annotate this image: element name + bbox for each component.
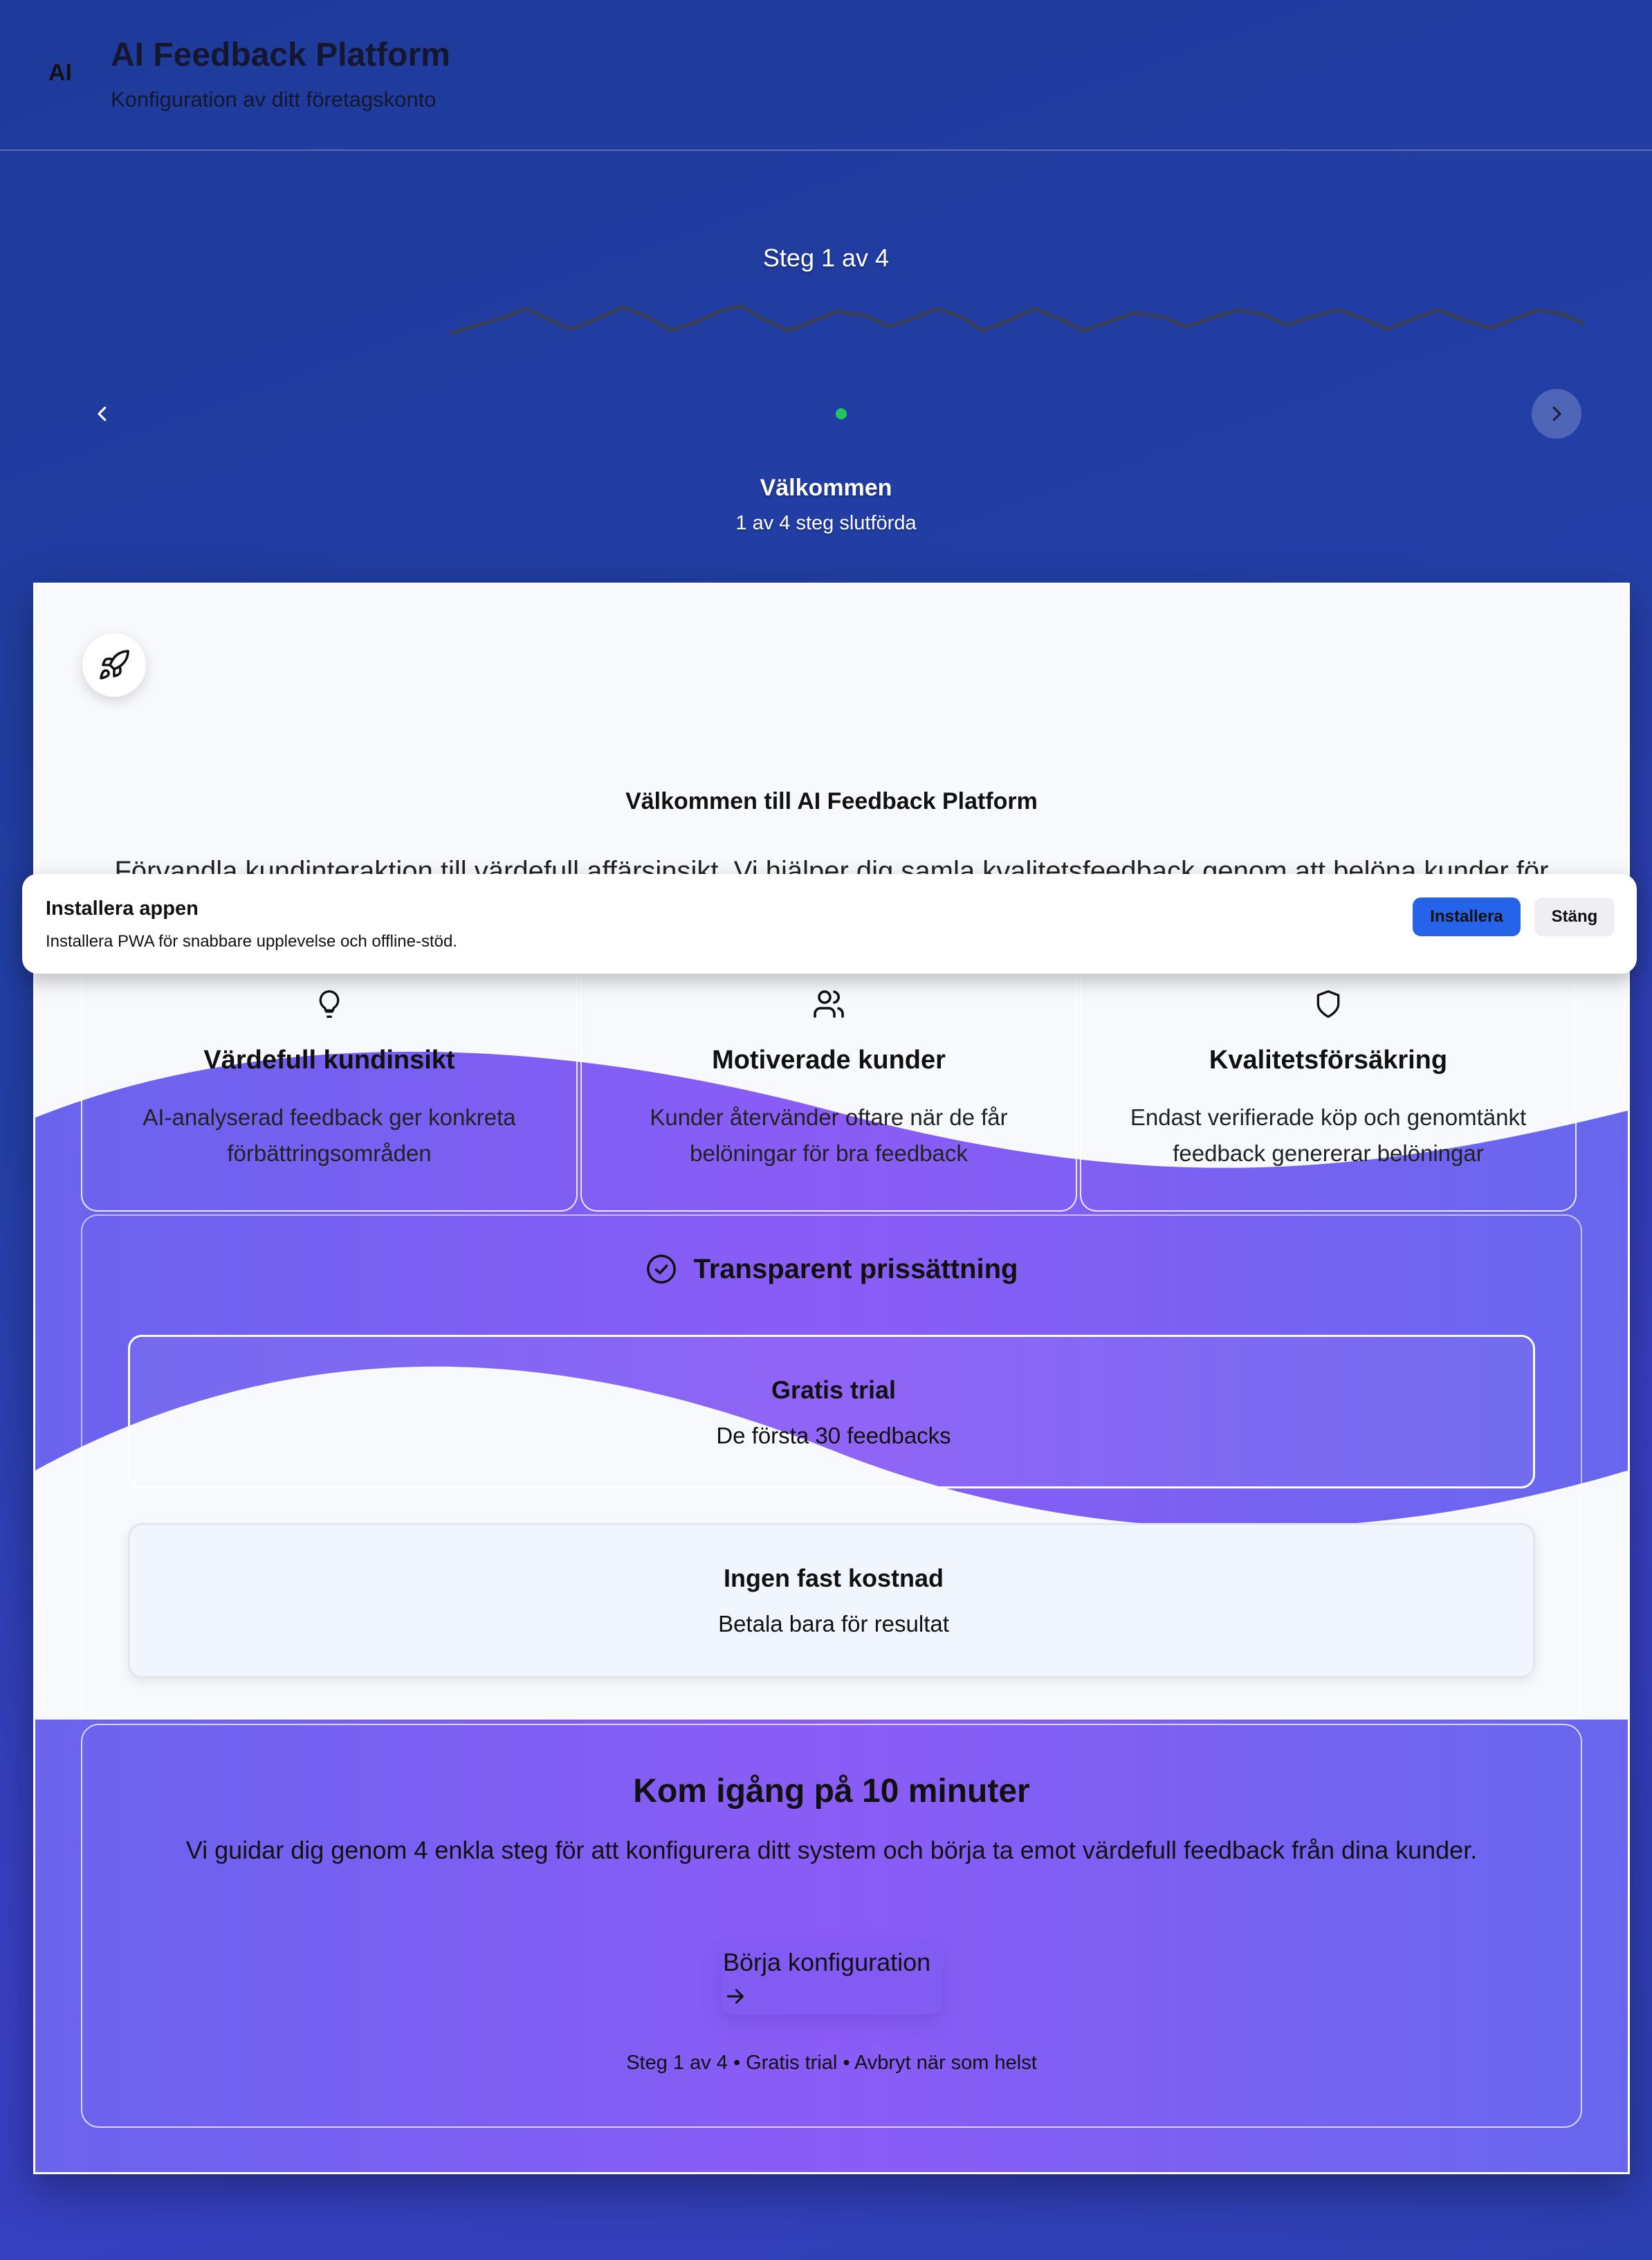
step-indicator-dot[interactable] xyxy=(836,408,847,419)
step-name: Välkommen xyxy=(760,475,892,501)
feature-title: Kvalitetsförsäkring xyxy=(1209,1046,1448,1075)
step-counter: Steg 1 av 4 xyxy=(762,244,890,272)
cta-description: Vi guidar dig genom 4 enkla steg för att… xyxy=(185,1836,1478,1864)
pricing-header: Transparent prissättning xyxy=(35,1253,1628,1285)
app-subtitle: Konfiguration av ditt företagskonto xyxy=(111,87,437,111)
install-banner-description: Installera PWA för snabbare upplevelse o… xyxy=(46,932,458,951)
pricing-title: Transparent prissättning xyxy=(693,1253,1018,1284)
feature-description: AI-analyserad feedback ger konkreta förb… xyxy=(143,1104,516,1166)
progress-squiggle xyxy=(450,304,1584,336)
feature-title: Värdefull kundinsikt xyxy=(203,1046,455,1075)
next-step-button[interactable] xyxy=(1532,389,1581,439)
cta-footnote: Steg 1 av 4 • Gratis trial • Avbryt när … xyxy=(626,2052,1037,2074)
feature-description: Kunder återvänder oftare när de får belö… xyxy=(650,1104,1008,1166)
plan-name: Ingen fast kostnad xyxy=(723,1564,944,1592)
welcome-card: Välkommen till AI Feedback Platform Förv… xyxy=(33,583,1630,2174)
shield-icon xyxy=(1307,983,1349,1025)
previous-step-button[interactable] xyxy=(83,389,122,439)
app-title: AI Feedback Platform xyxy=(111,37,450,73)
close-banner-button[interactable]: Stäng xyxy=(1534,897,1615,936)
app-header: AI AI Feedback Platform Konfiguration av… xyxy=(0,0,1652,151)
start-configuration-label[interactable]: Börja konfiguration xyxy=(723,1948,930,1977)
plan-card-no-fee: Ingen fast kostnad Betala bara för resul… xyxy=(128,1523,1535,1678)
app-logo: AI xyxy=(48,60,72,86)
install-banner-title: Installera appen xyxy=(46,897,199,920)
step-completion-text: 1 av 4 steg slutförda xyxy=(735,512,917,534)
plan-description: Betala bara för resultat xyxy=(718,1611,949,1637)
check-circle-icon xyxy=(646,1255,676,1284)
plan-description: De första 30 feedbacks xyxy=(716,1423,951,1448)
feature-description: Endast verifierade köp och genomtänkt fe… xyxy=(1130,1104,1527,1166)
plan-card-trial: Gratis trial De första 30 feedbacks xyxy=(128,1335,1535,1488)
welcome-title: Välkommen till AI Feedback Platform xyxy=(625,788,1038,814)
chevron-left-icon xyxy=(98,406,107,421)
rocket-icon-badge xyxy=(82,633,146,697)
rocket-icon xyxy=(100,650,129,680)
arrow-right-icon[interactable] xyxy=(723,1984,748,2009)
cta-title: Kom igång på 10 minuter xyxy=(633,1773,1030,1810)
users-icon xyxy=(808,983,850,1025)
chevron-right-icon xyxy=(1552,406,1561,421)
install-button[interactable]: Installera xyxy=(1413,897,1521,936)
install-app-banner: Installera appen Installera PWA för snab… xyxy=(22,874,1637,974)
plan-name: Gratis trial xyxy=(771,1376,897,1404)
feature-title: Motiverade kunder xyxy=(712,1046,946,1075)
lightbulb-icon xyxy=(309,983,350,1025)
